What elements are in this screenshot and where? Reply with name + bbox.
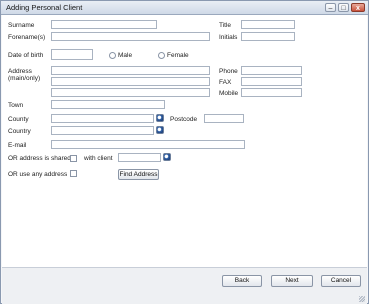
minimize-button[interactable]: –	[325, 3, 336, 12]
email-field[interactable]	[51, 140, 245, 149]
close-button[interactable]: x	[351, 3, 365, 12]
client-lookup-icon[interactable]	[163, 153, 171, 161]
mobile-label: Mobile	[219, 90, 239, 97]
fax-label: FAX	[219, 79, 232, 86]
postcode-label: Postcode	[170, 116, 198, 123]
postcode-field[interactable]	[204, 114, 244, 123]
title-label: Title	[219, 22, 232, 29]
resize-grip[interactable]	[359, 296, 365, 302]
maximize-button[interactable]: □	[338, 3, 349, 12]
title-field[interactable]	[241, 20, 295, 29]
forenames-label: Forename(s)	[8, 34, 46, 41]
with-client-field[interactable]	[118, 153, 161, 162]
shared-address-label: OR address is shared	[8, 155, 71, 162]
surname-label: Surname	[8, 22, 35, 29]
email-label: E-mail	[8, 142, 27, 149]
address-line-1-field[interactable]	[51, 66, 210, 75]
male-radio[interactable]	[109, 52, 116, 59]
back-button[interactable]: Back	[222, 275, 262, 287]
address-line-2-field[interactable]	[51, 77, 210, 86]
phone-field[interactable]	[241, 66, 302, 75]
country-label: Country	[8, 128, 31, 135]
shared-address-checkbox[interactable]	[70, 155, 77, 162]
fax-field[interactable]	[241, 77, 302, 86]
female-label: Female	[167, 52, 189, 59]
cancel-button[interactable]: Cancel	[321, 275, 361, 287]
find-address-button[interactable]: Find Address	[118, 169, 159, 180]
country-field[interactable]	[51, 126, 154, 135]
town-field[interactable]	[51, 100, 165, 109]
dob-label: Date of birth	[8, 52, 44, 59]
address-label: Address	[8, 68, 32, 75]
county-label: County	[8, 116, 29, 123]
any-address-label: OR use any address	[8, 171, 68, 178]
initials-label: Initials	[219, 34, 238, 41]
country-lookup-icon[interactable]	[156, 126, 164, 134]
female-radio[interactable]	[158, 52, 165, 59]
window-title: Adding Personal Client	[6, 3, 83, 12]
dob-field[interactable]	[51, 49, 93, 60]
mobile-field[interactable]	[241, 88, 302, 97]
title-bar[interactable]: Adding Personal Client – □ x	[1, 1, 368, 15]
county-field[interactable]	[51, 114, 154, 123]
next-button[interactable]: Next	[271, 275, 313, 287]
surname-field[interactable]	[51, 20, 157, 29]
form-area: Surname Title Forename(s) Initials Date …	[2, 15, 367, 267]
address-sublabel: (main/only)	[8, 75, 41, 82]
town-label: Town	[8, 102, 24, 109]
male-label: Male	[118, 52, 133, 59]
button-bar: Back Next Cancel	[2, 267, 367, 304]
with-client-label: with client	[84, 155, 113, 162]
address-line-3-field[interactable]	[51, 88, 210, 97]
county-lookup-icon[interactable]	[156, 114, 164, 122]
phone-label: Phone	[219, 68, 238, 75]
any-address-checkbox[interactable]	[70, 170, 77, 177]
forenames-field[interactable]	[51, 32, 210, 41]
initials-field[interactable]	[241, 32, 295, 41]
dialog-window: Adding Personal Client – □ x Surname Tit…	[0, 0, 369, 304]
